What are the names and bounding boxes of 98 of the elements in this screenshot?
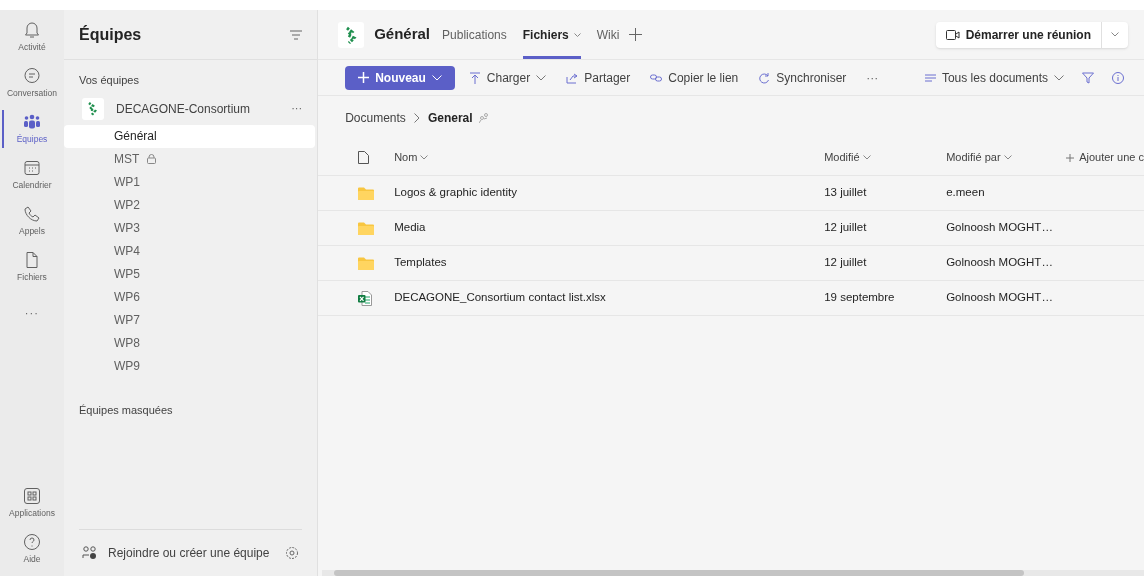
caret-icon [1111,32,1119,37]
toolbar-button[interactable]: Charger [468,68,547,87]
file-row[interactable]: Templates 12 juillet Golnoosh MOGHT… [318,246,1144,281]
table-cell: Golnoosh MOGHT… [946,256,1053,269]
nav-item[interactable]: Conversation [0,60,64,106]
section-label: Vos équipes [78,73,140,88]
phone-icon [23,204,41,223]
join-team-link[interactable]: Rejoindre ou créer une équipe [108,544,286,562]
panel-title: Équipes [79,24,142,45]
file-name[interactable]: Media [394,221,426,234]
section-label: Équipes masquées [78,402,174,418]
tab[interactable]: Fichiers [522,10,581,59]
file-name[interactable]: DECAGONE_Consortium contact list.xlsx [394,291,606,304]
nav-item[interactable]: ··· [0,290,64,336]
add-tab-icon[interactable] [629,28,643,41]
nav-item[interactable]: Applications [0,480,64,526]
info-icon[interactable] [1112,71,1124,84]
people-add-icon [82,546,98,560]
channel-item[interactable]: WP9 [64,354,318,378]
folder-icon [358,221,375,235]
chevron-right-icon [413,113,420,123]
upload-icon [468,71,481,84]
team-name: DECAGONE-Consortium [116,100,252,118]
channel-item[interactable]: Général [64,124,316,148]
caret-icon [431,74,442,81]
file-row[interactable]: Media 12 juillet Golnoosh MOGHT… [318,211,1144,246]
breadcrumb-current: General [427,110,473,127]
table-cell: Golnoosh MOGHT… [946,291,1053,304]
help-icon [23,532,41,551]
column-header[interactable]: Modifié [824,149,871,166]
tab[interactable]: Publications [442,10,507,59]
chat-icon [23,66,41,85]
list-icon [924,73,936,82]
file-name[interactable]: Templates [394,256,447,269]
nav-item[interactable]: Fichiers [0,244,64,290]
column-header[interactable]: Ajouter une c [1066,149,1144,166]
bell-icon [23,20,41,39]
channel-item[interactable]: WP3 [64,216,318,240]
caret-icon [1003,155,1012,160]
plus-icon [358,72,370,83]
team-item[interactable]: DECAGONE-Consortium ··· [64,96,318,121]
toolbar-button[interactable]: Synchroniser [758,68,847,87]
share-icon [566,71,579,84]
new-button[interactable]: Nouveau [345,65,455,90]
column-header[interactable]: Nom [394,149,429,166]
channel-item[interactable]: WP8 [64,331,318,355]
folder-icon [358,256,375,270]
sync-icon [758,71,771,84]
table-cell: 12 juillet [824,221,867,234]
channel-item[interactable]: WP6 [64,285,318,309]
nav-item[interactable]: Appels [0,198,64,244]
nav-item[interactable]: Équipes [0,106,64,152]
caret-icon [862,155,871,160]
apps-icon [23,486,41,505]
file-icon [358,151,370,164]
more-button[interactable]: ··· [866,68,879,87]
channel-item[interactable]: WP1 [64,170,318,194]
spreadsheet-icon [358,290,373,306]
channel-item[interactable]: WP7 [64,308,318,332]
file-row[interactable]: DECAGONE_Consortium contact list.xlsx 19 septembre Golnoosh MOGHT… [318,281,1144,316]
view-dropdown[interactable]: Tous les documents [924,68,1064,87]
calendar-icon [23,158,41,177]
nav-item[interactable]: Aide [0,526,64,572]
channel-item[interactable]: WP5 [64,262,318,286]
table-cell: e.meen [946,186,985,199]
link-icon [650,71,663,84]
nav-item[interactable]: Activité [0,14,64,60]
channel-item[interactable]: WP4 [64,239,318,263]
folder-icon [358,186,375,200]
settings-icon[interactable] [285,546,300,560]
tab[interactable]: Wiki [596,10,620,59]
table-cell: Golnoosh MOGHT… [946,221,1053,234]
caret-icon [420,155,429,160]
filter-icon[interactable] [1082,71,1094,84]
channel-item[interactable]: WP2 [64,193,318,217]
channel-title: Général [374,24,431,45]
nav-item[interactable]: Calendrier [0,152,64,198]
file-row[interactable]: Logos & graphic identity 13 juillet e.meen [318,176,1144,211]
more-button[interactable]: ··· [291,100,303,117]
breadcrumb-link[interactable]: Documents [345,109,406,127]
file-icon [23,250,41,269]
toolbar-button[interactable]: Copier le lien [650,68,739,87]
scrollbar-thumb[interactable] [334,570,1025,576]
team-logo-icon [82,97,104,120]
table-cell: 19 septembre [824,291,895,304]
table-cell: 13 juillet [824,186,867,199]
toolbar-button[interactable]: Partager [566,68,631,87]
caret-icon [1054,74,1064,81]
people-icon [23,112,41,131]
people-icon [478,113,489,123]
video-camera-icon [945,29,960,40]
filter-icon[interactable] [290,29,303,40]
team-logo-icon [338,21,365,48]
file-name[interactable]: Logos & graphic identity [394,186,517,199]
column-header[interactable]: Modifié par [946,149,1012,166]
table-cell: 12 juillet [824,256,867,269]
channel-item[interactable]: MST [64,147,318,171]
plus-icon [1066,153,1075,162]
